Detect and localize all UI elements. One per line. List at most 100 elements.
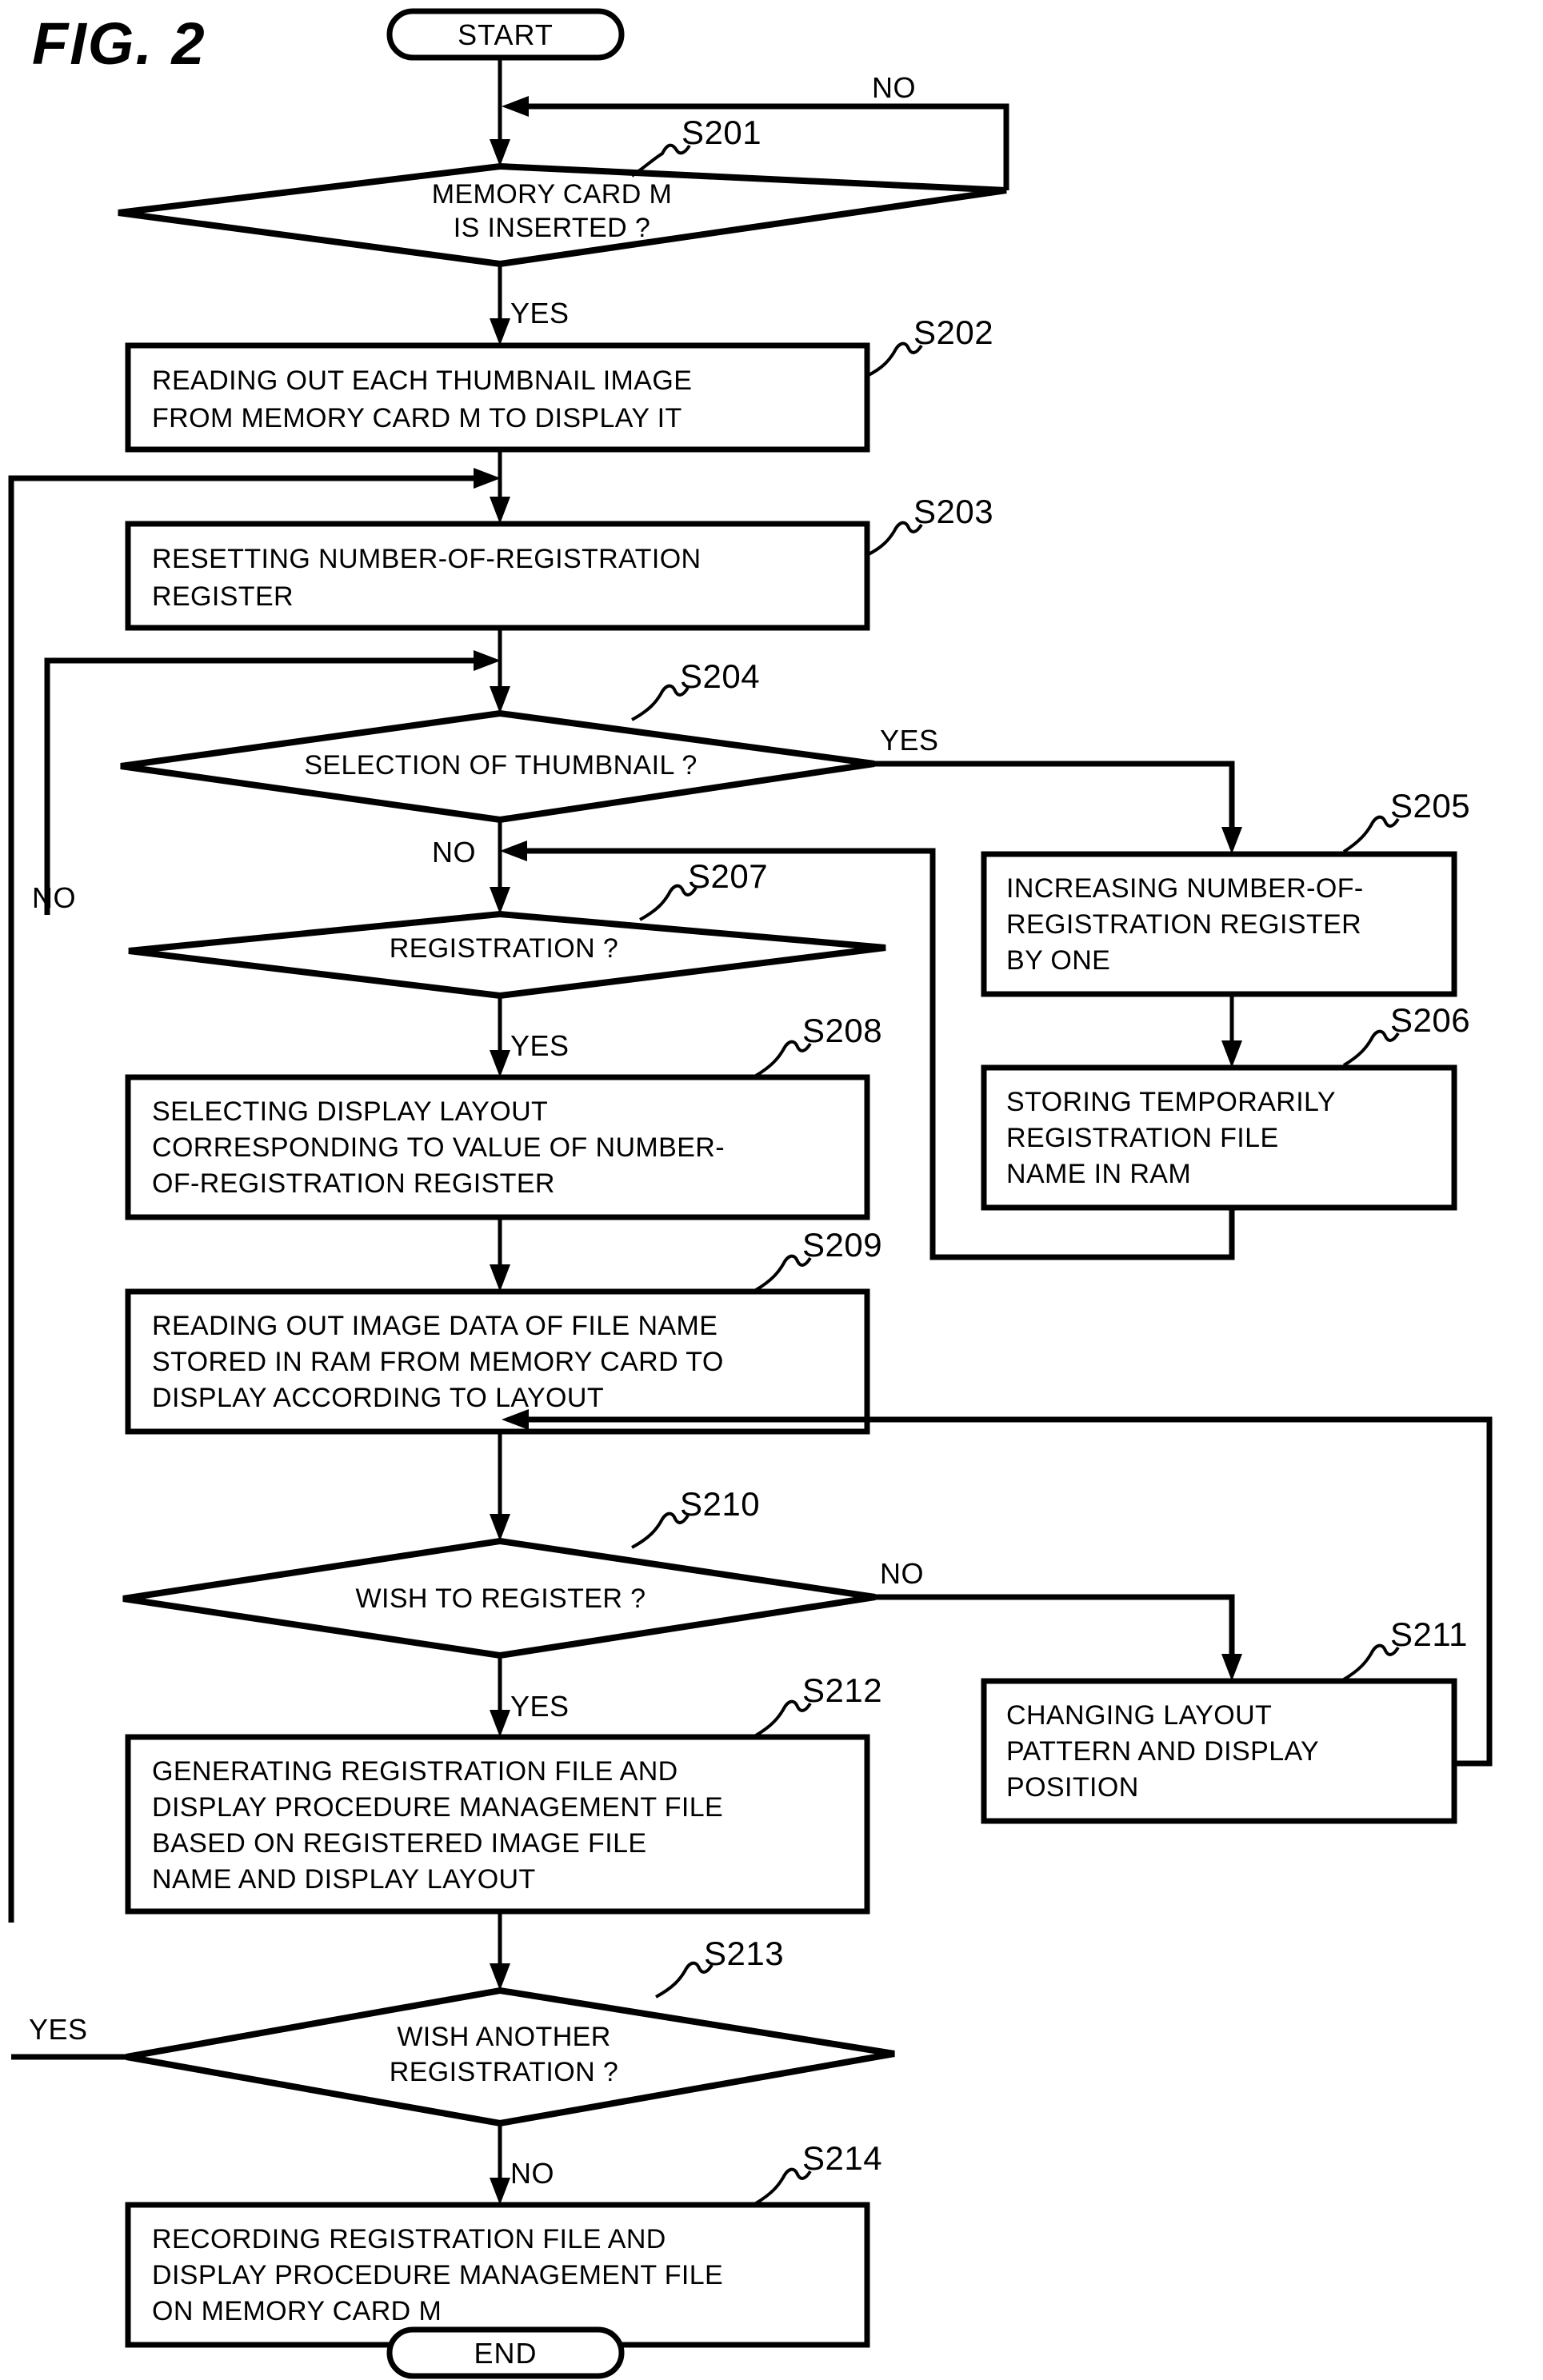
process-s211: CHANGING LAYOUT PATTERN AND DISPLAY POSI… [981, 1678, 1457, 1824]
arrowhead-s206-return [500, 841, 527, 861]
s207-line-0: REGISTRATION ? [390, 933, 618, 964]
decision-s204: SELECTION OF THUMBNAIL ? [120, 709, 875, 824]
arrowhead-s209-to-s210 [490, 1514, 510, 1541]
s211-line-0: CHANGING LAYOUT [1006, 1700, 1272, 1731]
s203-line-1: REGISTER [152, 581, 294, 612]
s203-shape [125, 521, 870, 631]
s213-line-0: WISH ANOTHER [397, 2022, 610, 2052]
s203-line-0: RESETTING NUMBER-OF-REGISTRATION [152, 544, 702, 574]
s201-line-0: MEMORY CARD M [432, 179, 673, 210]
s206-line-0: STORING TEMPORARILY [1006, 1087, 1336, 1117]
s212-line-1: DISPLAY PROCEDURE MANAGEMENT FILE [152, 1792, 723, 1823]
step-label-s204: S204 [680, 657, 760, 695]
s201-line-1: IS INSERTED ? [454, 213, 650, 243]
s202-line-1: FROM MEMORY CARD M TO DISPLAY IT [152, 403, 682, 433]
process-s212: GENERATING REGISTRATION FILE AND DISPLAY… [125, 1734, 870, 1915]
s212-line-3: NAME AND DISPLAY LAYOUT [152, 1864, 536, 1895]
s212-line-0: GENERATING REGISTRATION FILE AND [152, 1756, 678, 1787]
arrowhead-s212-to-s213 [490, 1963, 510, 1991]
s211-line-1: PATTERN AND DISPLAY [1006, 1736, 1319, 1767]
step-label-s214: S214 [802, 2139, 882, 2177]
s208-line-0: SELECTING DISPLAY LAYOUT [152, 1096, 548, 1127]
start-label: START [458, 18, 554, 51]
process-s208: SELECTING DISPLAY LAYOUT CORRESPONDING T… [125, 1074, 870, 1220]
arrowhead-s210-yes [490, 1710, 510, 1737]
process-s214: RECORDING REGISTRATION FILE AND DISPLAY … [125, 2202, 870, 2348]
s214-line-1: DISPLAY PROCEDURE MANAGEMENT FILE [152, 2260, 723, 2290]
s214-line-2: ON MEMORY CARD M [152, 2296, 442, 2326]
process-s203: RESETTING NUMBER-OF-REGISTRATION REGISTE… [125, 521, 870, 631]
decision-s207: REGISTRATION ? [128, 910, 886, 1000]
process-s205: INCREASING NUMBER-OF- REGISTRATION REGIS… [981, 851, 1457, 997]
arrowhead-start-to-s201 [490, 139, 510, 166]
step-label-s213: S213 [704, 1935, 784, 1972]
s210-line-0: WISH TO REGISTER ? [355, 1583, 646, 1614]
flowchart-svg: FIG. 2 START NO MEMORY CARD M IS INSERTE… [8, 8, 1493, 2379]
edge-label-s207-yes: YES [510, 1029, 570, 1062]
s211-line-2: POSITION [1006, 1772, 1139, 1803]
process-s209: READING OUT IMAGE DATA OF FILE NAME STOR… [125, 1288, 870, 1435]
s205-line-2: BY ONE [1006, 945, 1110, 976]
edge-s210-no [875, 1594, 1235, 1667]
arrowhead-s213-no [490, 2178, 510, 2205]
edge-label-s201-yes: YES [510, 297, 570, 329]
s213-line-1: REGISTRATION ? [390, 2057, 618, 2087]
arrowhead-s203-to-s204 [490, 686, 510, 713]
step-label-s203: S203 [913, 493, 993, 530]
s209-line-1: STORED IN RAM FROM MEMORY CARD TO [152, 1347, 724, 1377]
arrowhead-s208-to-s209 [490, 1264, 510, 1292]
edge-label-s213-no: NO [510, 2157, 554, 2190]
edge-s204-yes [874, 761, 1235, 840]
s206-line-2: NAME IN RAM [1006, 1159, 1191, 1189]
step-label-s206: S206 [1390, 1001, 1470, 1039]
arrowhead-s207-no-loop [474, 650, 501, 671]
step-label-s209: S209 [802, 1226, 882, 1264]
s212-line-2: BASED ON REGISTERED IMAGE FILE [152, 1828, 646, 1859]
s209-line-0: READING OUT IMAGE DATA OF FILE NAME [152, 1311, 718, 1341]
process-s206: STORING TEMPORARILY REGISTRATION FILE NA… [981, 1064, 1457, 1211]
figure-label: FIG. 2 [32, 10, 206, 77]
s204-line-0: SELECTION OF THUMBNAIL ? [304, 750, 697, 781]
decision-s213: WISH ANOTHER REGISTRATION ? [126, 1987, 895, 2127]
arrowhead-s210-no [1221, 1654, 1242, 1681]
edge-label-s213-yes: YES [29, 2013, 88, 2046]
arrowhead-s201-yes [490, 318, 510, 345]
end-label: END [474, 2337, 537, 2370]
process-s202: READING OUT EACH THUMBNAIL IMAGE FROM ME… [125, 342, 870, 453]
arrowhead-s204-yes [1221, 827, 1242, 854]
edge-label-s204-no: NO [432, 836, 476, 869]
step-label-s211: S211 [1390, 1615, 1468, 1653]
step-label-s208: S208 [802, 1012, 882, 1049]
s209-line-2: DISPLAY ACCORDING TO LAYOUT [152, 1383, 604, 1413]
s202-shape [125, 342, 870, 453]
edge-label-s201-no: NO [872, 71, 916, 104]
arrowhead-s207-yes [490, 1050, 510, 1077]
decision-s201: MEMORY CARD M IS INSERTED ? [118, 162, 1007, 268]
s205-line-1: REGISTRATION REGISTER [1006, 909, 1361, 940]
arrowhead-s213-yes-loop [474, 468, 501, 489]
edge-label-s207-no: NO [32, 881, 76, 914]
s214-line-0: RECORDING REGISTRATION FILE AND [152, 2224, 666, 2254]
edge-label-s210-yes: YES [510, 1690, 570, 1723]
arrowhead-s201-no-loop [502, 96, 529, 117]
terminal-start: START [386, 8, 625, 61]
s208-line-1: CORRESPONDING TO VALUE OF NUMBER- [152, 1132, 725, 1163]
step-label-s212: S212 [802, 1671, 882, 1709]
arrowhead-s205-to-s206 [1221, 1040, 1242, 1068]
s206-line-1: REGISTRATION FILE [1006, 1123, 1279, 1153]
step-label-s205: S205 [1390, 787, 1470, 825]
edge-label-s204-yes: YES [880, 724, 939, 757]
arrowhead-s204-no [490, 887, 510, 914]
step-label-s202: S202 [913, 313, 993, 351]
decision-s210: WISH TO REGISTER ? [122, 1537, 876, 1659]
s208-line-2: OF-REGISTRATION REGISTER [152, 1168, 555, 1199]
terminal-end: END [386, 2326, 625, 2379]
edge-label-s210-no: NO [880, 1557, 924, 1590]
step-label-s207: S207 [688, 857, 768, 895]
s202-line-0: READING OUT EACH THUMBNAIL IMAGE [152, 365, 692, 396]
step-label-s201: S201 [682, 114, 762, 151]
step-label-s210: S210 [680, 1485, 760, 1523]
arrowhead-s202-to-s203 [490, 497, 510, 524]
s205-line-0: INCREASING NUMBER-OF- [1006, 873, 1364, 904]
figure-canvas: FIG. 2 START NO MEMORY CARD M IS INSERTE… [0, 0, 1543, 2380]
